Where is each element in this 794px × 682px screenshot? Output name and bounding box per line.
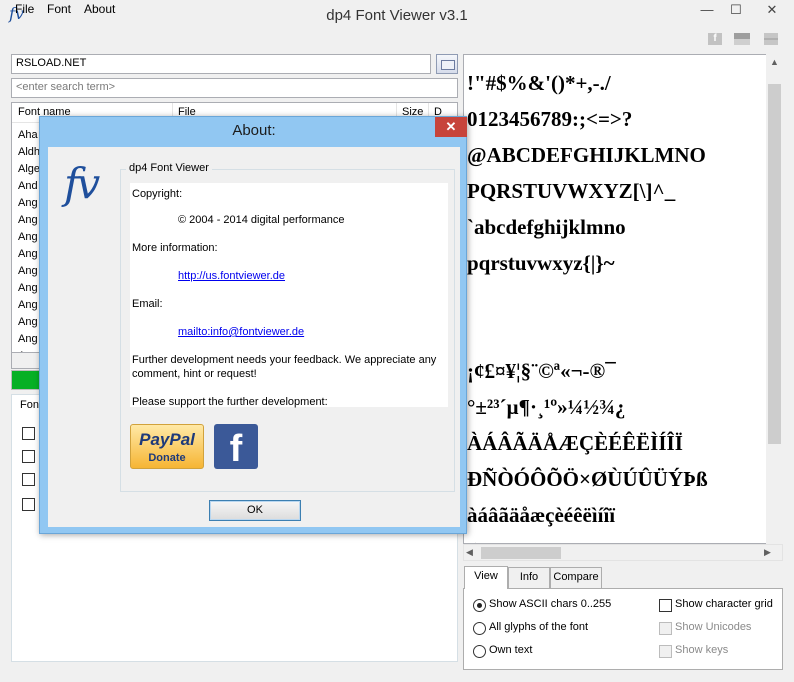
website-link[interactable]: http://us.fontviewer.de [178, 269, 285, 283]
font-list-row[interactable]: Aha [18, 127, 40, 144]
about-dialog-body: fv dp4 Font Viewer Copyright: © 2004 - 2… [48, 147, 460, 527]
radio-all-glyphs[interactable] [473, 622, 486, 635]
font-list-row[interactable]: Aldh [18, 144, 40, 161]
preview-lines: !"#$%&'()*+,-./ 0123456789:;<=>? @ABCDEFGH… [467, 65, 767, 543]
font-list-row[interactable]: Ang [18, 229, 40, 246]
bars-icon[interactable] [734, 33, 750, 45]
menu-bar [0, 31, 794, 51]
glyph-preview[interactable]: !"#$%&'()*+,-./ 0123456789:;<=>? @ABCDEFGH… [463, 54, 783, 544]
preview-line: ¡¢£¤¥¦§¨©ª«¬-®¯ [467, 359, 616, 383]
maximize-button[interactable]: ☐ [722, 0, 750, 21]
preview-line: ðñòóôõö÷øùúûüýþÿ [467, 533, 767, 543]
support-text: Please support the further development: [132, 396, 328, 408]
radio-own-text[interactable] [473, 645, 486, 658]
font-list-row[interactable]: Ang [18, 246, 40, 263]
option-checkbox[interactable] [22, 473, 35, 486]
vertical-scroll-thumb[interactable] [768, 84, 781, 444]
font-list-row[interactable]: Ang [18, 331, 40, 348]
font-rows: Aha Aldh Alge And Ang Ang Ang Ang Ang Ang Ang Ang An… [18, 127, 40, 365]
copyright-label: Copyright: [132, 188, 183, 200]
about-dialog: About: ✕ fv dp4 Font Viewer Copyright: ©… [39, 116, 467, 534]
option-checkbox[interactable] [22, 427, 35, 440]
facebook-icon: f [229, 428, 243, 470]
ok-button[interactable]: OK [209, 500, 301, 521]
more-info-label: More information: [132, 242, 218, 254]
paypal-donate-button[interactable]: PayPal Donate [130, 424, 204, 469]
progress-fill [12, 371, 39, 389]
checkbox-show-keys [659, 645, 672, 658]
checkbox-show-unicodes-label: Show Unicodes [675, 621, 752, 633]
email-link[interactable]: mailto:info@fontviewer.de [178, 325, 304, 339]
font-list-row[interactable]: Ang [18, 212, 40, 229]
scroll-right-arrow-icon[interactable]: ▶ [764, 545, 771, 560]
facebook-button[interactable]: f [214, 424, 258, 470]
preview-line: pqrstuvwxyz{|}~ [467, 251, 615, 275]
font-list-row[interactable]: Ang [18, 314, 40, 331]
preview-line [467, 281, 767, 317]
preview-vertical-scrollbar[interactable]: ▲ [766, 54, 783, 544]
checkbox-show-keys-label: Show keys [675, 644, 729, 656]
radio-all-glyphs-label[interactable]: All glyphs of the font [489, 621, 588, 633]
scroll-up-arrow-icon[interactable]: ▲ [766, 54, 783, 71]
about-close-button[interactable]: ✕ [435, 117, 467, 137]
paypal-logo: PayPal [139, 430, 195, 449]
search-input[interactable]: <enter search term> [11, 78, 458, 98]
preview-line: °±²³´µ¶·¸¹º»¼½¾¿ [467, 395, 626, 419]
tab-info[interactable]: Info [508, 567, 550, 588]
preview-line: àáâãäåæçèéêëìíîï [467, 503, 616, 527]
font-list-row[interactable]: Ang [18, 195, 40, 212]
flag-icon[interactable] [764, 33, 778, 45]
checkbox-character-grid-label[interactable]: Show character grid [675, 598, 773, 610]
menu-font[interactable]: Font [47, 2, 71, 16]
option-checkbox[interactable] [22, 450, 35, 463]
menu-about[interactable]: About [84, 2, 115, 16]
minimize-button[interactable]: — [693, 0, 721, 21]
preview-line: 0123456789:;<=>? [467, 107, 633, 131]
radio-own-text-label[interactable]: Own text [489, 644, 532, 656]
paypal-donate-label: Donate [148, 452, 186, 464]
font-list-row[interactable]: And [18, 178, 40, 195]
folder-path-field[interactable]: RSLOAD.NET [11, 54, 431, 74]
about-logo-icon: fv [64, 159, 100, 208]
email-label: Email: [132, 298, 163, 310]
radio-show-ascii-label[interactable]: Show ASCII chars 0..255 [489, 598, 611, 610]
preview-line [467, 317, 767, 353]
about-info-panel: Copyright: © 2004 - 2014 digital perform… [130, 183, 448, 408]
radio-show-ascii[interactable] [473, 599, 486, 612]
about-group-title: dp4 Font Viewer [126, 162, 212, 174]
preview-horizontal-scrollbar[interactable]: ◀ ▶ [463, 544, 783, 561]
font-list-row[interactable]: Ang [18, 263, 40, 280]
horizontal-scroll-thumb[interactable] [481, 547, 561, 559]
tab-view[interactable]: View [464, 566, 508, 589]
preview-line: PQRSTUVWXYZ[\]^_ [467, 179, 676, 203]
feedback-text: Further development needs your feedback.… [132, 354, 437, 380]
preview-line: ÐÑÒÓÔÕÖ×ØÙÚÛÜÝÞß [467, 467, 708, 491]
scroll-left-arrow-icon[interactable]: ◀ [466, 545, 473, 560]
option-checkbox[interactable] [22, 498, 35, 511]
checkbox-character-grid[interactable] [659, 599, 672, 612]
font-list-row[interactable]: Ang [18, 297, 40, 314]
preview-line: ÀÁÂÃÄÅÆÇÈÉÊËÌÍÎÏ [467, 431, 683, 455]
about-dialog-title: About: [232, 122, 276, 139]
view-tab-panel: Show ASCII chars 0..255 All glyphs of th… [463, 588, 783, 670]
window-title: dp4 Font Viewer v3.1 [326, 7, 468, 24]
font-options-title: Fon [20, 399, 39, 411]
menu-file[interactable]: File [15, 2, 34, 16]
checkbox-show-unicodes [659, 622, 672, 635]
browse-folder-button[interactable] [436, 54, 458, 74]
facebook-icon[interactable]: f [708, 33, 722, 45]
preview-line: @ABCDEFGHIJKLMNO [467, 143, 706, 167]
font-list-row[interactable]: Ang [18, 280, 40, 297]
copyright-value: © 2004 - 2014 digital performance [178, 214, 345, 226]
close-button[interactable]: ✕ [750, 0, 794, 21]
preview-line: !"#$%&'()*+,-./ [467, 71, 611, 95]
preview-line: `abcdefghijklmno [467, 215, 626, 239]
tab-compare[interactable]: Compare [550, 567, 602, 588]
font-list-row[interactable]: Alge [18, 161, 40, 178]
